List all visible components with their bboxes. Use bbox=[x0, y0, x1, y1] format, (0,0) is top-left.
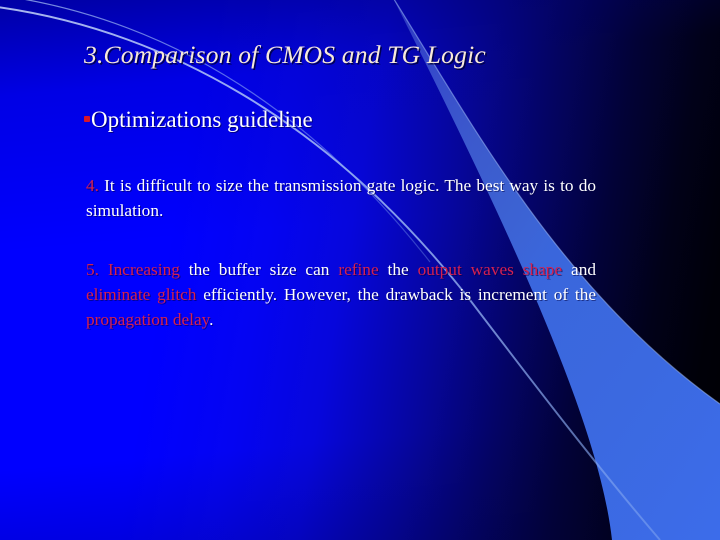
paragraph-4-body: It is difficult to size the transmission… bbox=[86, 176, 596, 220]
paragraph-5-highlight-refine: refine bbox=[338, 260, 379, 279]
bullet-item-optimizations: Optimizations guideline bbox=[84, 107, 313, 133]
paragraph-5-text-4: efficiently. However, the drawback is in… bbox=[196, 285, 596, 304]
paragraph-5: 5. Increasing the buffer size can refine… bbox=[86, 257, 596, 332]
paragraph-5-text-2: the bbox=[378, 260, 418, 279]
paragraph-5-text-5: . bbox=[209, 310, 214, 329]
paragraph-4: 4. It is difficult to size the transmiss… bbox=[86, 173, 596, 223]
slide-content: 3.Comparison of CMOS and TG Logic Optimi… bbox=[0, 0, 720, 540]
paragraph-5-highlight-eliminate-glitch: eliminate glitch bbox=[86, 285, 197, 304]
paragraph-5-highlight-propagation-delay: propagation delay bbox=[86, 310, 210, 329]
presentation-slide: 3.Comparison of CMOS and TG Logic Optimi… bbox=[0, 0, 720, 540]
paragraph-5-highlight-output-waves-shape: output waves shape bbox=[417, 260, 563, 279]
paragraph-4-number: 4. bbox=[86, 176, 99, 195]
slide-title: 3.Comparison of CMOS and TG Logic bbox=[84, 40, 486, 69]
bullet-item-label: Optimizations guideline bbox=[91, 107, 313, 132]
paragraph-5-text-3: and bbox=[562, 260, 596, 279]
square-bullet-icon bbox=[84, 116, 90, 122]
paragraph-5-number-increasing: 5. Increasing bbox=[86, 260, 180, 279]
paragraph-5-text-1: the buffer size can bbox=[179, 260, 339, 279]
